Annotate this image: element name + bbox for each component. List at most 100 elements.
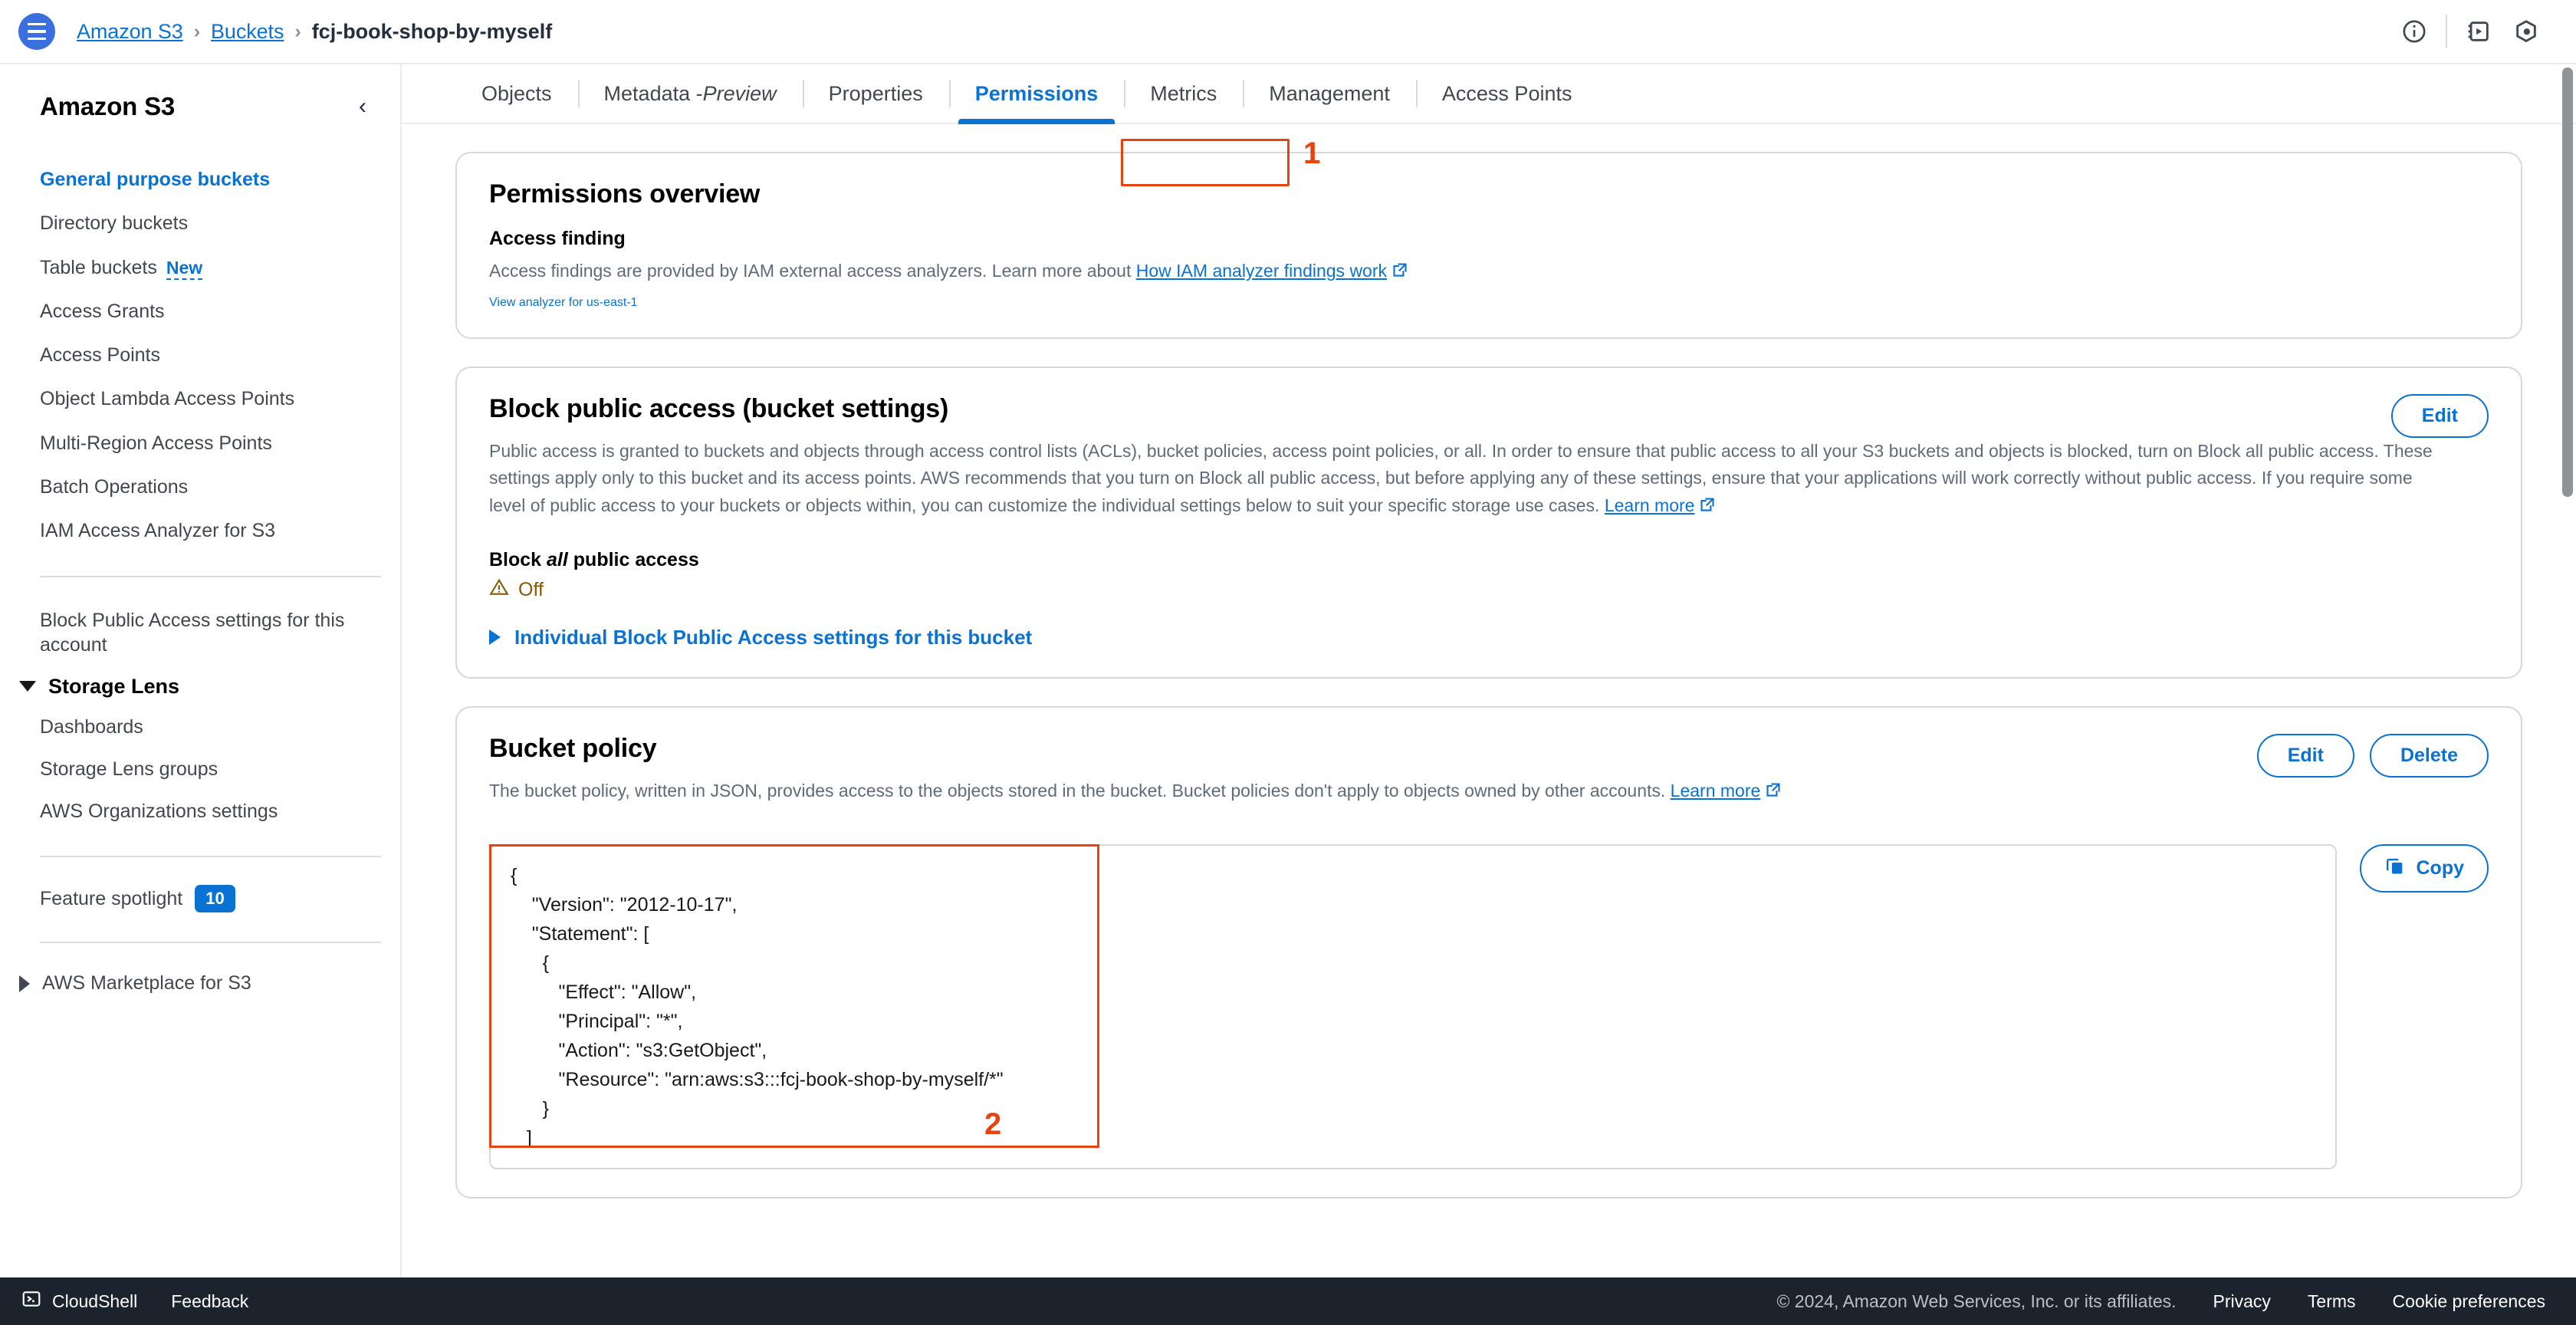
tab-management[interactable]: Management	[1243, 64, 1416, 123]
sidebar-item-access-points[interactable]: Access Points	[40, 334, 374, 377]
cloudshell-button[interactable]: CloudShell	[21, 1289, 137, 1313]
chevron-right-icon: ›	[294, 20, 301, 42]
footer-bar: CloudShell Feedback © 2024, Amazon Web S…	[0, 1277, 2576, 1325]
sidebar-navigation: Amazon S3 ‹ General purpose buckets Dire…	[0, 64, 402, 1277]
copy-label: Copy	[2416, 857, 2465, 879]
bucket-policy-copy-button[interactable]: Copy	[2359, 844, 2489, 893]
divider	[40, 855, 381, 857]
sidebar-item-object-lambda-access-points[interactable]: Object Lambda Access Points	[40, 377, 374, 421]
info-circle-icon[interactable]	[2390, 8, 2438, 55]
caret-right-icon	[489, 630, 501, 646]
sidebar-item-block-public-access-account[interactable]: Block Public Access settings for this ac…	[40, 599, 347, 667]
breadcrumb-current-bucket: fcj-book-shop-by-myself	[311, 19, 553, 43]
cloudshell-label: CloudShell	[52, 1290, 138, 1311]
tab-access-points[interactable]: Access Points	[1415, 64, 1598, 123]
bucket-policy-edit-button[interactable]: Edit	[2256, 733, 2354, 778]
bucket-policy-learn-more-link[interactable]: Learn more	[1671, 781, 1761, 801]
divider	[2446, 15, 2447, 48]
sidebar-item-access-grants[interactable]: Access Grants	[40, 290, 374, 334]
top-bar-actions	[2390, 8, 2550, 55]
permissions-overview-title: Permissions overview	[489, 179, 761, 209]
chevron-left-icon[interactable]: ‹	[351, 90, 374, 123]
tab-objects[interactable]: Objects	[455, 64, 578, 123]
how-iam-analyzer-findings-work-link[interactable]: How IAM analyzer findings work	[1136, 261, 1387, 281]
tab-properties[interactable]: Properties	[802, 64, 949, 123]
sidebar-item-batch-operations[interactable]: Batch Operations	[40, 465, 374, 509]
block-public-access-header: Block public access (bucket settings) Ed…	[489, 393, 2489, 438]
bucket-policy-header: Bucket policy Edit Delete	[489, 733, 2489, 778]
settings-hex-icon[interactable]	[2502, 8, 2550, 55]
permissions-panel: Permissions overview Access finding Acce…	[402, 124, 2576, 1277]
footer-left: CloudShell Feedback	[21, 1289, 248, 1313]
sidebar-item-dashboards[interactable]: Dashboards	[40, 706, 374, 748]
block-public-access-card: Block public access (bucket settings) Ed…	[455, 366, 2522, 679]
bucket-policy-json-box[interactable]: { "Version": "2012-10-17", "Statement": …	[489, 844, 2337, 1170]
sidebar-group-label: Storage Lens	[48, 674, 180, 698]
tab-permissions[interactable]: Permissions	[948, 64, 1125, 124]
tab-metrics[interactable]: Metrics	[1124, 64, 1243, 123]
breadcrumb: Amazon S3 › Buckets › fcj-book-shop-by-m…	[77, 20, 552, 44]
cookie-preferences-link[interactable]: Cookie preferences	[2393, 1291, 2545, 1312]
sidebar-item-directory-buckets[interactable]: Directory buckets	[40, 202, 374, 245]
permissions-overview-card: Permissions overview Access finding Acce…	[455, 152, 2522, 339]
main-content: Objects Metadata - Preview Properties Pe…	[402, 64, 2576, 1277]
sidebar-item-general-purpose-buckets[interactable]: General purpose buckets	[40, 158, 374, 202]
top-navigation-bar: Amazon S3 › Buckets › fcj-book-shop-by-m…	[0, 0, 2576, 64]
copy-icon	[2384, 855, 2406, 882]
block-public-access-learn-more-link[interactable]: Learn more	[1605, 495, 1695, 515]
block-all-public-access-label: Block all public access	[489, 549, 2489, 571]
block-public-access-title: Block public access (bucket settings)	[489, 393, 949, 423]
console-body: Amazon S3 ‹ General purpose buckets Dire…	[0, 64, 2576, 1277]
label-italic-all: all	[547, 548, 568, 570]
bucket-policy-description: The bucket policy, written in JSON, prov…	[489, 778, 2489, 805]
sidebar-group-label: AWS Marketplace for S3	[42, 972, 251, 995]
sidebar-header: Amazon S3 ‹	[40, 90, 374, 123]
terms-link[interactable]: Terms	[2308, 1291, 2356, 1312]
tab-metadata[interactable]: Metadata - Preview	[577, 64, 803, 123]
label-suffix: public access	[567, 548, 699, 570]
bucket-policy-title: Bucket policy	[489, 733, 657, 763]
divider	[40, 576, 381, 578]
bucket-policy-json: { "Version": "2012-10-17", "Statement": …	[511, 865, 1004, 1149]
aws-s3-console: Amazon S3 › Buckets › fcj-book-shop-by-m…	[0, 0, 2576, 1325]
breadcrumb-amazon-s3[interactable]: Amazon S3	[77, 20, 183, 44]
sidebar-item-iam-access-analyzer[interactable]: IAM Access Analyzer for S3	[40, 509, 374, 553]
sidebar-title: Amazon S3	[40, 92, 176, 120]
external-link-icon	[1700, 497, 1715, 512]
cloudshell-icon[interactable]	[2455, 8, 2502, 55]
new-badge: New	[166, 257, 203, 280]
individual-block-public-access-settings-toggle[interactable]: Individual Block Public Access settings …	[489, 626, 2489, 649]
description-text: Access findings are provided by IAM exte…	[489, 261, 1136, 281]
sidebar-item-aws-organizations-settings[interactable]: AWS Organizations settings	[40, 791, 374, 833]
bucket-policy-delete-button[interactable]: Delete	[2369, 733, 2489, 778]
bucket-tabs: Objects Metadata - Preview Properties Pe…	[402, 64, 2576, 124]
sidebar-item-storage-lens-groups[interactable]: Storage Lens groups	[40, 748, 374, 791]
breadcrumb-buckets[interactable]: Buckets	[211, 20, 284, 44]
access-finding-label: Access finding	[489, 228, 626, 249]
feature-spotlight-count-badge: 10	[195, 884, 235, 913]
caret-right-icon	[19, 975, 30, 992]
feedback-link[interactable]: Feedback	[171, 1291, 248, 1312]
sidebar-item-table-buckets[interactable]: Table buckets New	[40, 246, 374, 290]
status-text: Off	[518, 578, 544, 600]
individual-settings-label: Individual Block Public Access settings …	[514, 625, 1033, 649]
chevron-right-icon: ›	[193, 20, 201, 42]
sidebar-item-label: Table buckets	[40, 256, 157, 278]
sidebar-item-feature-spotlight[interactable]: Feature spotlight 10	[40, 879, 374, 919]
sidebar-item-multi-region-access-points[interactable]: Multi-Region Access Points	[40, 422, 374, 465]
divider	[40, 942, 381, 944]
hamburger-menu-icon[interactable]	[18, 13, 55, 50]
bucket-policy-viewer: { "Version": "2012-10-17", "Statement": …	[489, 844, 2489, 1170]
description-text: Public access is granted to buckets and …	[489, 440, 2433, 515]
external-link-icon	[1766, 782, 1781, 797]
sidebar-group-aws-marketplace[interactable]: AWS Marketplace for S3	[19, 965, 374, 1002]
external-link-icon	[1392, 262, 1408, 278]
sidebar-item-label: Feature spotlight	[40, 887, 183, 909]
block-public-access-edit-button[interactable]: Edit	[2390, 393, 2489, 438]
sidebar-group-storage-lens[interactable]: Storage Lens	[19, 667, 374, 706]
description-text: The bucket policy, written in JSON, prov…	[489, 780, 1671, 801]
scrollbar-thumb[interactable]	[2562, 67, 2573, 497]
view-analyzer-link[interactable]: View analyzer for us-east-1	[489, 296, 638, 309]
block-public-access-description: Public access is granted to buckets and …	[489, 438, 2452, 520]
privacy-link[interactable]: Privacy	[2213, 1291, 2271, 1312]
